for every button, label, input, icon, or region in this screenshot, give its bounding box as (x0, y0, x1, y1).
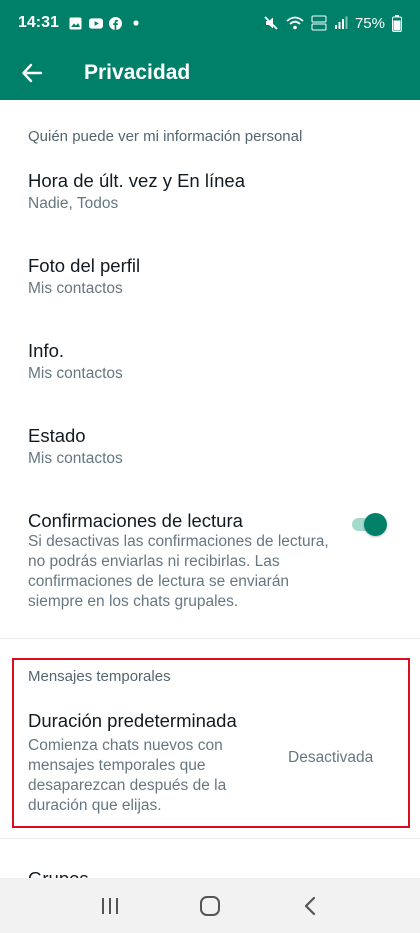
setting-value-default-duration: Desactivada (288, 749, 374, 766)
facebook-icon (109, 16, 123, 30)
setting-description-default-duration: Comienza chats nuevos con mensajes tempo… (28, 737, 227, 814)
section-header-personal-info: Quién puede ver mi información personal (28, 128, 303, 145)
system-nav-bar (0, 878, 420, 933)
setting-title-read-receipts: Confirmaciones de lectura (28, 510, 243, 531)
settings-list[interactable]: Quién puede ver mi información personal … (0, 100, 420, 878)
battery-icon (392, 14, 402, 32)
setting-title-last-seen: Hora de últ. vez y En línea (28, 170, 245, 191)
home-button[interactable] (186, 886, 234, 926)
setting-title-about: Info. (28, 340, 64, 361)
notification-icons (69, 16, 143, 30)
page-title: Privacidad (84, 61, 191, 84)
chevron-left-icon (304, 896, 316, 915)
setting-title-profile-photo: Foto del perfil (28, 255, 141, 276)
dot-icon (129, 16, 143, 30)
section-header-disappearing-messages: Mensajes temporales (28, 668, 171, 685)
setting-title-status: Estado (28, 425, 86, 446)
arrow-left-icon (22, 63, 43, 83)
volte-icon (311, 15, 327, 31)
section-divider (0, 638, 420, 639)
setting-title-groups: Grupos (28, 868, 89, 878)
youtube-icon (88, 16, 103, 30)
setting-description-read-receipts: Si desactivas las confirmaciones de lect… (28, 533, 329, 610)
home-icon (200, 895, 220, 916)
recent-apps-icon (102, 897, 118, 914)
back-nav-button[interactable] (286, 886, 334, 926)
read-receipts-toggle[interactable] (350, 512, 388, 536)
system-icons: 75% (263, 14, 402, 32)
app-bar: Privacidad (0, 46, 420, 100)
status-bar: 14:31 75% (0, 0, 420, 46)
recent-apps-button[interactable] (86, 886, 134, 926)
wifi-icon (286, 16, 304, 30)
setting-value-profile-photo: Mis contactos (28, 280, 123, 297)
section-divider (0, 838, 420, 839)
toggle-knob (364, 513, 387, 536)
signal-icon (334, 16, 348, 30)
setting-value-about: Mis contactos (28, 365, 123, 382)
setting-title-default-duration: Duración predeterminada (28, 710, 237, 731)
battery-percentage: 75% (354, 14, 385, 32)
back-button[interactable] (0, 46, 64, 100)
mute-icon (263, 15, 279, 31)
status-time: 14:31 (18, 14, 59, 31)
gallery-icon (69, 16, 83, 30)
setting-value-last-seen: Nadie, Todos (28, 195, 119, 212)
setting-value-status: Mis contactos (28, 450, 123, 467)
